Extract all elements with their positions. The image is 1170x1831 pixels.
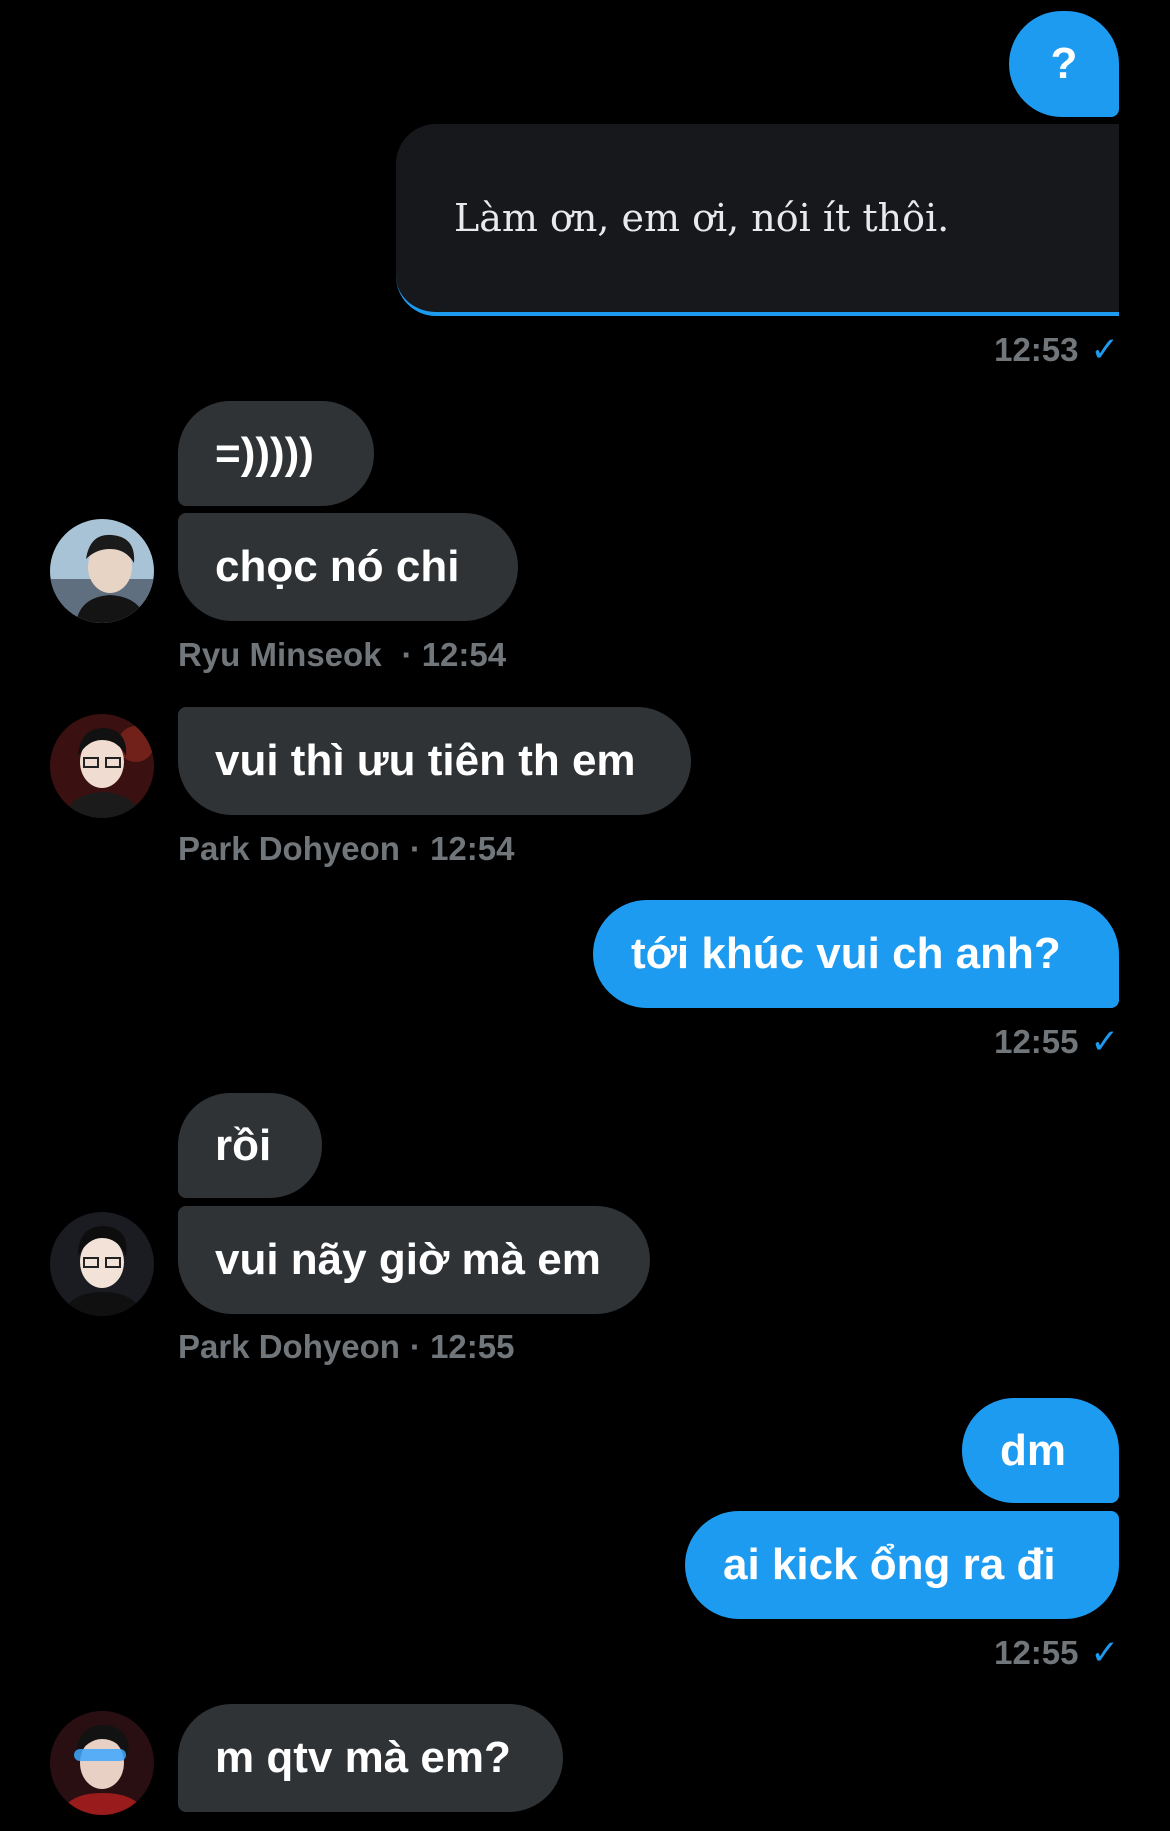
message-bubble-incoming[interactable]: =))))) xyxy=(178,401,374,506)
message-meta: 12:55 ✓ xyxy=(994,1022,1119,1062)
message-text: vui nãy giờ mà em xyxy=(215,1235,601,1284)
message-text: chọc nó chi xyxy=(215,542,460,591)
message-meta: Park Dohyeon · 12:54 xyxy=(178,830,514,868)
avatar[interactable] xyxy=(50,1212,154,1316)
check-icon: ✓ xyxy=(1090,1634,1120,1672)
avatar[interactable] xyxy=(50,519,154,623)
message-bubble-outgoing[interactable]: tới khúc vui ch anh? xyxy=(593,900,1119,1008)
check-icon: ✓ xyxy=(1090,331,1120,369)
message-bubble-incoming[interactable]: vui thì ưu tiên th em xyxy=(178,707,691,815)
quoted-message-text: Làm ơn, em ơi, nói ít thôi. xyxy=(454,196,950,240)
message-time: · 12:54 xyxy=(409,830,515,867)
message-text: dm xyxy=(1000,1425,1066,1475)
quoted-message-card[interactable]: Làm ơn, em ơi, nói ít thôi. xyxy=(396,124,1119,316)
message-bubble-outgoing[interactable]: ? xyxy=(1009,11,1119,117)
message-bubble-outgoing[interactable]: ai kick ổng ra đi xyxy=(685,1511,1119,1619)
message-meta: 12:53 ✓ xyxy=(994,330,1119,370)
check-icon: ✓ xyxy=(1090,1023,1120,1061)
message-text: ? xyxy=(1050,39,1078,88)
message-text: m qtv mà em? xyxy=(215,1733,511,1782)
message-bubble-incoming[interactable]: rồi xyxy=(178,1093,322,1198)
message-time: 12:55 xyxy=(994,1023,1079,1060)
message-time: 12:53 xyxy=(994,331,1079,368)
avatar[interactable] xyxy=(50,714,154,818)
message-meta: 12:55 ✓ xyxy=(994,1633,1119,1673)
sender-name: Park Dohyeon xyxy=(178,1328,400,1365)
message-text: rồi xyxy=(215,1120,272,1170)
message-bubble-incoming[interactable]: vui nãy giờ mà em xyxy=(178,1206,650,1314)
message-bubble-outgoing[interactable]: dm xyxy=(962,1398,1119,1503)
sender-name: Park Dohyeon xyxy=(178,830,400,867)
message-meta: Ryu Minseok · 12:54 xyxy=(178,636,506,674)
message-text: ai kick ổng ra đi xyxy=(723,1540,1056,1589)
avatar[interactable] xyxy=(50,1711,154,1815)
message-bubble-incoming[interactable]: chọc nó chi xyxy=(178,513,518,621)
message-bubble-incoming[interactable]: m qtv mà em? xyxy=(178,1704,563,1812)
message-text: vui thì ưu tiên th em xyxy=(215,736,636,785)
message-time: · 12:54 xyxy=(401,636,507,673)
message-text: tới khúc vui ch anh? xyxy=(631,929,1061,978)
message-text: =))))) xyxy=(215,428,314,478)
message-time: 12:55 xyxy=(994,1634,1079,1671)
sender-name: Ryu Minseok xyxy=(178,636,382,673)
message-meta: Park Dohyeon · 12:55 xyxy=(178,1328,514,1366)
message-time: · 12:55 xyxy=(409,1328,515,1365)
